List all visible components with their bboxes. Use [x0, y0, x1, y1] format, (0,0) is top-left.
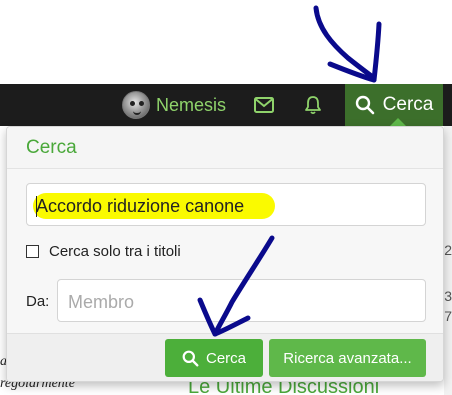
top-navbar: Nemesis Cerca [0, 84, 452, 127]
search-submit-label: Cerca [205, 349, 246, 367]
avatar [122, 91, 150, 119]
titles-only-option[interactable]: Cerca solo tra i titoli [26, 243, 181, 260]
nav-search-label: Cerca [382, 94, 434, 115]
search-icon [355, 95, 374, 115]
advanced-search-button[interactable]: Ricerca avanzata... [269, 339, 426, 377]
background-count: 7 [444, 308, 452, 324]
search-query-value: Accordo riduzione canone [36, 196, 245, 216]
search-dropdown-header: Cerca [7, 127, 443, 169]
nav-search-button[interactable]: Cerca [345, 84, 443, 127]
titles-only-label[interactable]: Cerca solo tra i titoli [49, 243, 181, 260]
search-icon [182, 350, 199, 366]
background-count: 3 [444, 288, 452, 304]
search-dropdown-title: Cerca [26, 137, 77, 158]
member-input[interactable]: Membro [57, 279, 426, 322]
inbox-button[interactable] [244, 84, 284, 126]
titles-only-checkbox[interactable] [26, 245, 39, 258]
bell-icon [305, 96, 321, 115]
page-top-area [0, 0, 452, 84]
background-right-column: 2 3 7 [444, 126, 452, 395]
mail-icon [254, 97, 274, 113]
text-caret [36, 196, 37, 217]
search-dropdown-footer: Cerca Ricerca avanzata... [7, 333, 443, 381]
username: Nemesis [156, 94, 227, 115]
search-submit-button[interactable]: Cerca [165, 339, 263, 377]
user-menu[interactable]: Nemesis [122, 84, 226, 126]
search-dropdown-body: Accordo riduzione canone Cerca solo tra … [7, 169, 443, 333]
advanced-search-label: Ricerca avanzata... [283, 349, 412, 367]
member-field-label: Da: [26, 293, 50, 310]
background-count: 2 [444, 242, 452, 258]
alerts-button[interactable] [293, 84, 333, 126]
member-placeholder: Membro [68, 292, 135, 312]
search-dropdown: Cerca Accordo riduzione canone Cerca sol… [6, 126, 444, 382]
search-query-input[interactable]: Accordo riduzione canone [26, 183, 426, 226]
